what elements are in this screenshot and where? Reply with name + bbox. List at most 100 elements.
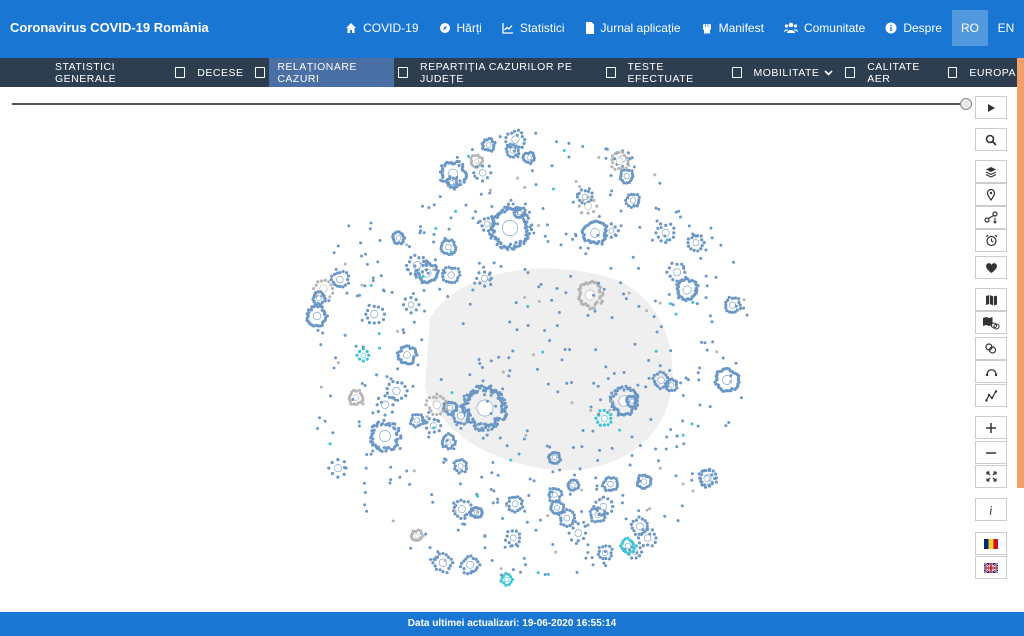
case-node[interactable] [686,244,691,248]
case-node[interactable] [562,148,566,152]
case-node[interactable] [371,411,375,415]
case-node[interactable] [459,426,463,430]
case-node[interactable] [588,509,592,514]
case-node[interactable] [391,519,395,523]
case-node[interactable] [454,209,458,213]
case-node[interactable] [429,557,433,561]
case-node[interactable] [519,206,523,211]
case-node[interactable] [465,420,469,424]
case-node[interactable] [523,208,527,212]
case-node[interactable] [715,350,719,354]
case-node[interactable] [550,298,554,302]
case-node[interactable] [519,570,523,574]
case-node[interactable] [576,539,580,543]
case-node[interactable] [469,513,473,517]
case-node[interactable] [613,152,617,156]
case-node[interactable] [567,155,571,159]
case-node[interactable] [462,571,466,575]
case-node[interactable] [331,431,335,435]
case-node[interactable] [654,447,658,451]
case-node[interactable] [323,278,327,282]
case-node[interactable] [556,390,560,394]
case-node[interactable] [586,543,590,547]
case-node[interactable] [604,229,608,233]
tab-mobilitate[interactable]: MOBILITATE [746,58,842,87]
case-node[interactable] [329,283,333,287]
case-node[interactable] [456,267,460,271]
case-node[interactable] [391,403,395,407]
case-node[interactable] [376,420,381,424]
case-node[interactable] [485,176,490,180]
case-node[interactable] [466,414,470,418]
case-node[interactable] [458,482,462,486]
case-node[interactable] [625,181,629,185]
case-node[interactable] [432,203,436,207]
case-node[interactable] [535,367,539,371]
case-node[interactable] [462,180,466,184]
case-node[interactable] [520,134,524,139]
case-node[interactable] [319,343,323,347]
case-node[interactable] [403,384,407,389]
case-node[interactable] [478,281,482,285]
case-node[interactable] [476,560,480,564]
case-node[interactable] [411,529,415,533]
case-node[interactable] [619,172,623,176]
timeline-slider[interactable] [12,98,972,110]
case-node[interactable] [605,511,610,516]
case-node[interactable] [383,394,387,398]
case-node[interactable] [694,234,698,238]
case-node[interactable] [332,366,336,370]
case-node[interactable] [336,475,340,479]
case-node[interactable] [610,509,614,513]
case-node[interactable] [610,446,614,450]
case-node[interactable] [612,371,616,375]
case-node[interactable] [483,393,487,397]
case-node[interactable] [653,540,657,545]
case-node[interactable] [656,226,660,230]
case-node[interactable] [635,193,640,197]
language-ro-button[interactable]: RO [952,10,988,46]
case-node[interactable] [624,297,628,301]
case-node[interactable] [404,394,408,398]
case-node[interactable] [513,510,517,514]
case-node[interactable] [714,480,718,484]
case-node[interactable] [680,278,684,283]
case-node[interactable] [385,446,389,450]
case-node[interactable] [461,322,465,326]
case-node[interactable] [492,261,496,265]
case-node[interactable] [621,493,625,497]
case-node[interactable] [488,188,492,192]
case-node[interactable] [437,429,441,433]
case-node[interactable] [606,410,610,415]
case-node[interactable] [496,473,500,477]
case-node[interactable] [447,239,451,243]
case-node[interactable] [657,459,661,463]
case-node[interactable] [435,392,439,396]
case-node[interactable] [522,241,526,246]
case-node[interactable] [414,308,418,312]
case-node[interactable] [481,436,485,440]
case-node[interactable] [680,504,684,508]
case-node[interactable] [434,555,438,559]
case-node[interactable] [357,349,362,354]
nav-item-manifest[interactable]: Manifest [691,10,774,46]
case-node[interactable] [615,407,619,411]
case-node[interactable] [507,504,511,508]
case-node[interactable] [680,295,684,299]
case-node[interactable] [548,339,552,343]
case-node[interactable] [501,516,505,520]
case-node[interactable] [599,301,603,305]
case-node[interactable] [608,395,613,399]
case-node[interactable] [469,554,473,558]
case-node[interactable] [420,338,424,342]
case-node[interactable] [656,235,660,239]
case-node[interactable] [536,223,540,227]
case-node[interactable] [640,517,644,521]
case-node[interactable] [532,353,536,357]
case-node[interactable] [331,287,335,291]
case-node[interactable] [507,541,511,545]
case-node[interactable] [459,421,463,425]
case-node[interactable] [691,301,695,305]
case-node[interactable] [698,366,702,370]
case-node[interactable] [620,166,624,170]
